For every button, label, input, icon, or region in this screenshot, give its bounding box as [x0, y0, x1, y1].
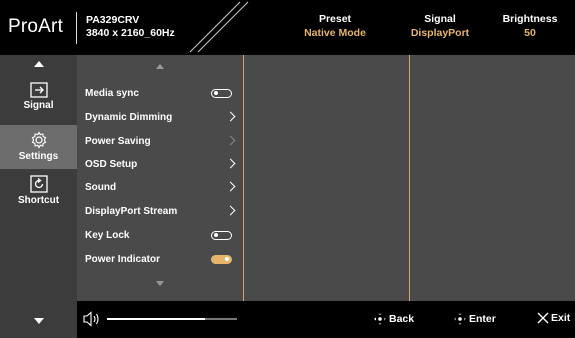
speaker-icon [83, 311, 99, 327]
menu-item-power-indicator[interactable]: Power Indicator [85, 250, 240, 270]
brightness-label: Brightness [502, 13, 558, 25]
chevron-right-icon [225, 158, 236, 169]
exit-button[interactable]: Exit [537, 312, 570, 324]
media-sync-toggle[interactable] [211, 89, 232, 98]
menu-item-dynamic-dimming[interactable]: Dynamic Dimming [85, 108, 240, 128]
chevron-right-icon [225, 205, 236, 216]
option-panel [410, 55, 575, 301]
input-icon [29, 82, 48, 98]
menu-item-sound[interactable]: Sound [85, 178, 240, 198]
key-lock-toggle[interactable] [211, 231, 232, 240]
chevron-right-icon [225, 111, 236, 122]
menu-label: Dynamic Dimming [85, 112, 173, 123]
left-nav: Signal Settings Shortcut [0, 55, 77, 338]
signal-status: Signal DisplayPort [395, 12, 485, 40]
menu-label: DisplayPort Stream [85, 206, 178, 217]
menu-label: Key Lock [85, 230, 130, 241]
nav-up-arrow-icon[interactable] [34, 61, 44, 67]
signal-value: DisplayPort [410, 27, 470, 39]
back-label: Back [389, 312, 415, 325]
menu-item-displayport-stream[interactable]: DisplayPort Stream [85, 202, 240, 222]
volume-slider-fill [107, 318, 205, 320]
model-info: PA329CRV 3840 x 2160_60Hz [86, 14, 175, 40]
joystick-left-icon [374, 313, 386, 325]
menu-label: Power Saving [85, 136, 151, 147]
nav-label-signal: Signal [23, 100, 54, 111]
bottom-bar: Back Enter Exit [77, 301, 575, 338]
menu-scroll-up-icon[interactable] [156, 64, 164, 69]
menu-label: OSD Setup [85, 159, 138, 170]
enter-label: Enter [469, 312, 496, 325]
brightness-value: 50 [524, 27, 536, 39]
power-indicator-toggle[interactable] [211, 255, 232, 264]
back-button[interactable]: Back [373, 312, 414, 326]
menu-item-power-saving[interactable]: Power Saving [85, 132, 240, 152]
preset-value: Native Mode [304, 27, 366, 39]
gear-icon [31, 131, 46, 149]
nav-item-settings[interactable]: Settings [0, 125, 77, 169]
chevron-right-icon [225, 135, 236, 146]
nav-label-shortcut: Shortcut [17, 195, 60, 206]
menu-label: Sound [85, 182, 117, 193]
nav-item-signal[interactable]: Signal [0, 82, 77, 120]
shortcut-icon [29, 175, 48, 193]
enter-button[interactable]: Enter [453, 312, 496, 326]
signal-label: Signal [424, 13, 456, 25]
nav-down-arrow-icon[interactable] [34, 318, 44, 324]
preset-status: Preset Native Mode [290, 12, 380, 40]
brand-divider [76, 12, 77, 44]
menu-item-media-sync[interactable]: Media sync [85, 84, 240, 104]
chevron-right-icon [225, 181, 236, 192]
header-slash-decoration [189, 1, 249, 53]
joystick-press-icon [454, 313, 466, 325]
menu-item-key-lock[interactable]: Key Lock [85, 226, 240, 246]
header-bar: ProArt PA329CRV 3840 x 2160_60Hz Preset … [0, 0, 575, 55]
nav-item-shortcut[interactable]: Shortcut [0, 175, 77, 213]
brand-logo: ProArt [8, 16, 64, 37]
menu-scroll-down-icon[interactable] [156, 281, 164, 286]
volume-slider[interactable] [107, 318, 237, 320]
nav-label-settings: Settings [18, 151, 59, 162]
menu-label: Power Indicator [85, 254, 161, 265]
model-name: PA329CRV [86, 14, 140, 26]
submenu-panel [244, 55, 409, 301]
exit-label: Exit [551, 312, 571, 324]
close-icon [537, 312, 549, 324]
menu-item-osd-setup[interactable]: OSD Setup [85, 155, 240, 175]
resolution-text: 3840 x 2160_60Hz [86, 27, 175, 39]
osd-screen: ProArt PA329CRV 3840 x 2160_60Hz Preset … [0, 0, 575, 338]
preset-label: Preset [318, 13, 352, 25]
menu-label: Media sync [85, 88, 139, 99]
brightness-status: Brightness 50 [490, 12, 570, 40]
